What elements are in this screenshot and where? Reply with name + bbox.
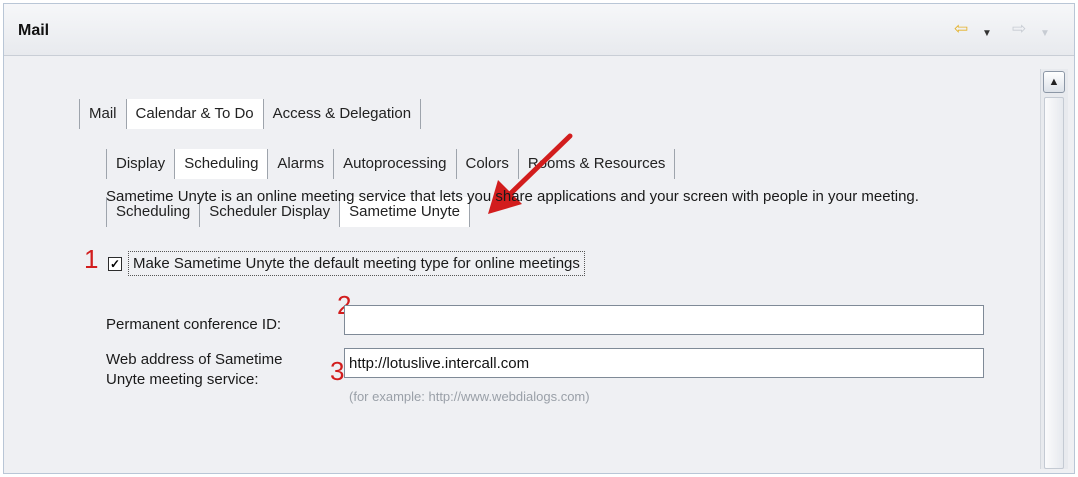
- panel-title: Mail: [18, 22, 50, 39]
- tab-alarms[interactable]: Alarms: [268, 149, 335, 179]
- calendar-subtabs: Display Scheduling Alarms Autoprocessing…: [106, 149, 676, 179]
- web-address-hint: (for example: http://www.webdialogs.com): [349, 389, 590, 404]
- mail-preferences-panel: Mail ⇦ ▼ ⇨ ▼ ▲ Mail Calendar & To Do Acc…: [3, 3, 1075, 474]
- annotation-marker-1: 1: [84, 244, 99, 274]
- tab-autoprocessing[interactable]: Autoprocessing: [334, 149, 457, 179]
- default-meeting-label[interactable]: Make Sametime Unyte the default meeting …: [128, 251, 585, 276]
- tab-calendar-todo[interactable]: Calendar & To Do: [126, 99, 264, 129]
- conference-id-input[interactable]: [344, 305, 984, 335]
- forward-dropdown-icon[interactable]: ▼: [1040, 25, 1050, 42]
- web-address-label-line1: Web address of Sametime: [106, 351, 283, 368]
- scroll-thumb[interactable]: [1044, 97, 1064, 469]
- web-address-label-line2: Unyte meeting service:: [106, 371, 259, 388]
- forward-arrow-icon[interactable]: ⇨: [1012, 20, 1026, 37]
- tab-scheduling[interactable]: Scheduling: [175, 149, 269, 179]
- main-tabs: Mail Calendar & To Do Access & Delegatio…: [79, 99, 422, 129]
- default-meeting-checkbox[interactable]: ✓: [108, 256, 122, 271]
- web-address-input[interactable]: [344, 348, 984, 378]
- vertical-scrollbar[interactable]: ▲: [1040, 69, 1068, 469]
- back-arrow-icon[interactable]: ⇦: [954, 20, 968, 37]
- scroll-up-icon[interactable]: ▲: [1043, 71, 1065, 93]
- conference-id-label: Permanent conference ID:: [106, 316, 282, 333]
- default-meeting-option: ✓ Make Sametime Unyte the default meetin…: [108, 251, 585, 276]
- annotation-marker-3: 3: [330, 356, 345, 386]
- back-dropdown-icon[interactable]: ▼: [982, 25, 992, 42]
- panel-header: Mail ⇦ ▼ ⇨ ▼: [4, 4, 1074, 56]
- tab-mail[interactable]: Mail: [79, 99, 127, 129]
- sametime-description: Sametime Unyte is an online meeting serv…: [106, 188, 919, 205]
- annotation-arrow-icon: [488, 133, 573, 214]
- tab-access-delegation[interactable]: Access & Delegation: [264, 99, 422, 129]
- tab-display[interactable]: Display: [106, 149, 176, 179]
